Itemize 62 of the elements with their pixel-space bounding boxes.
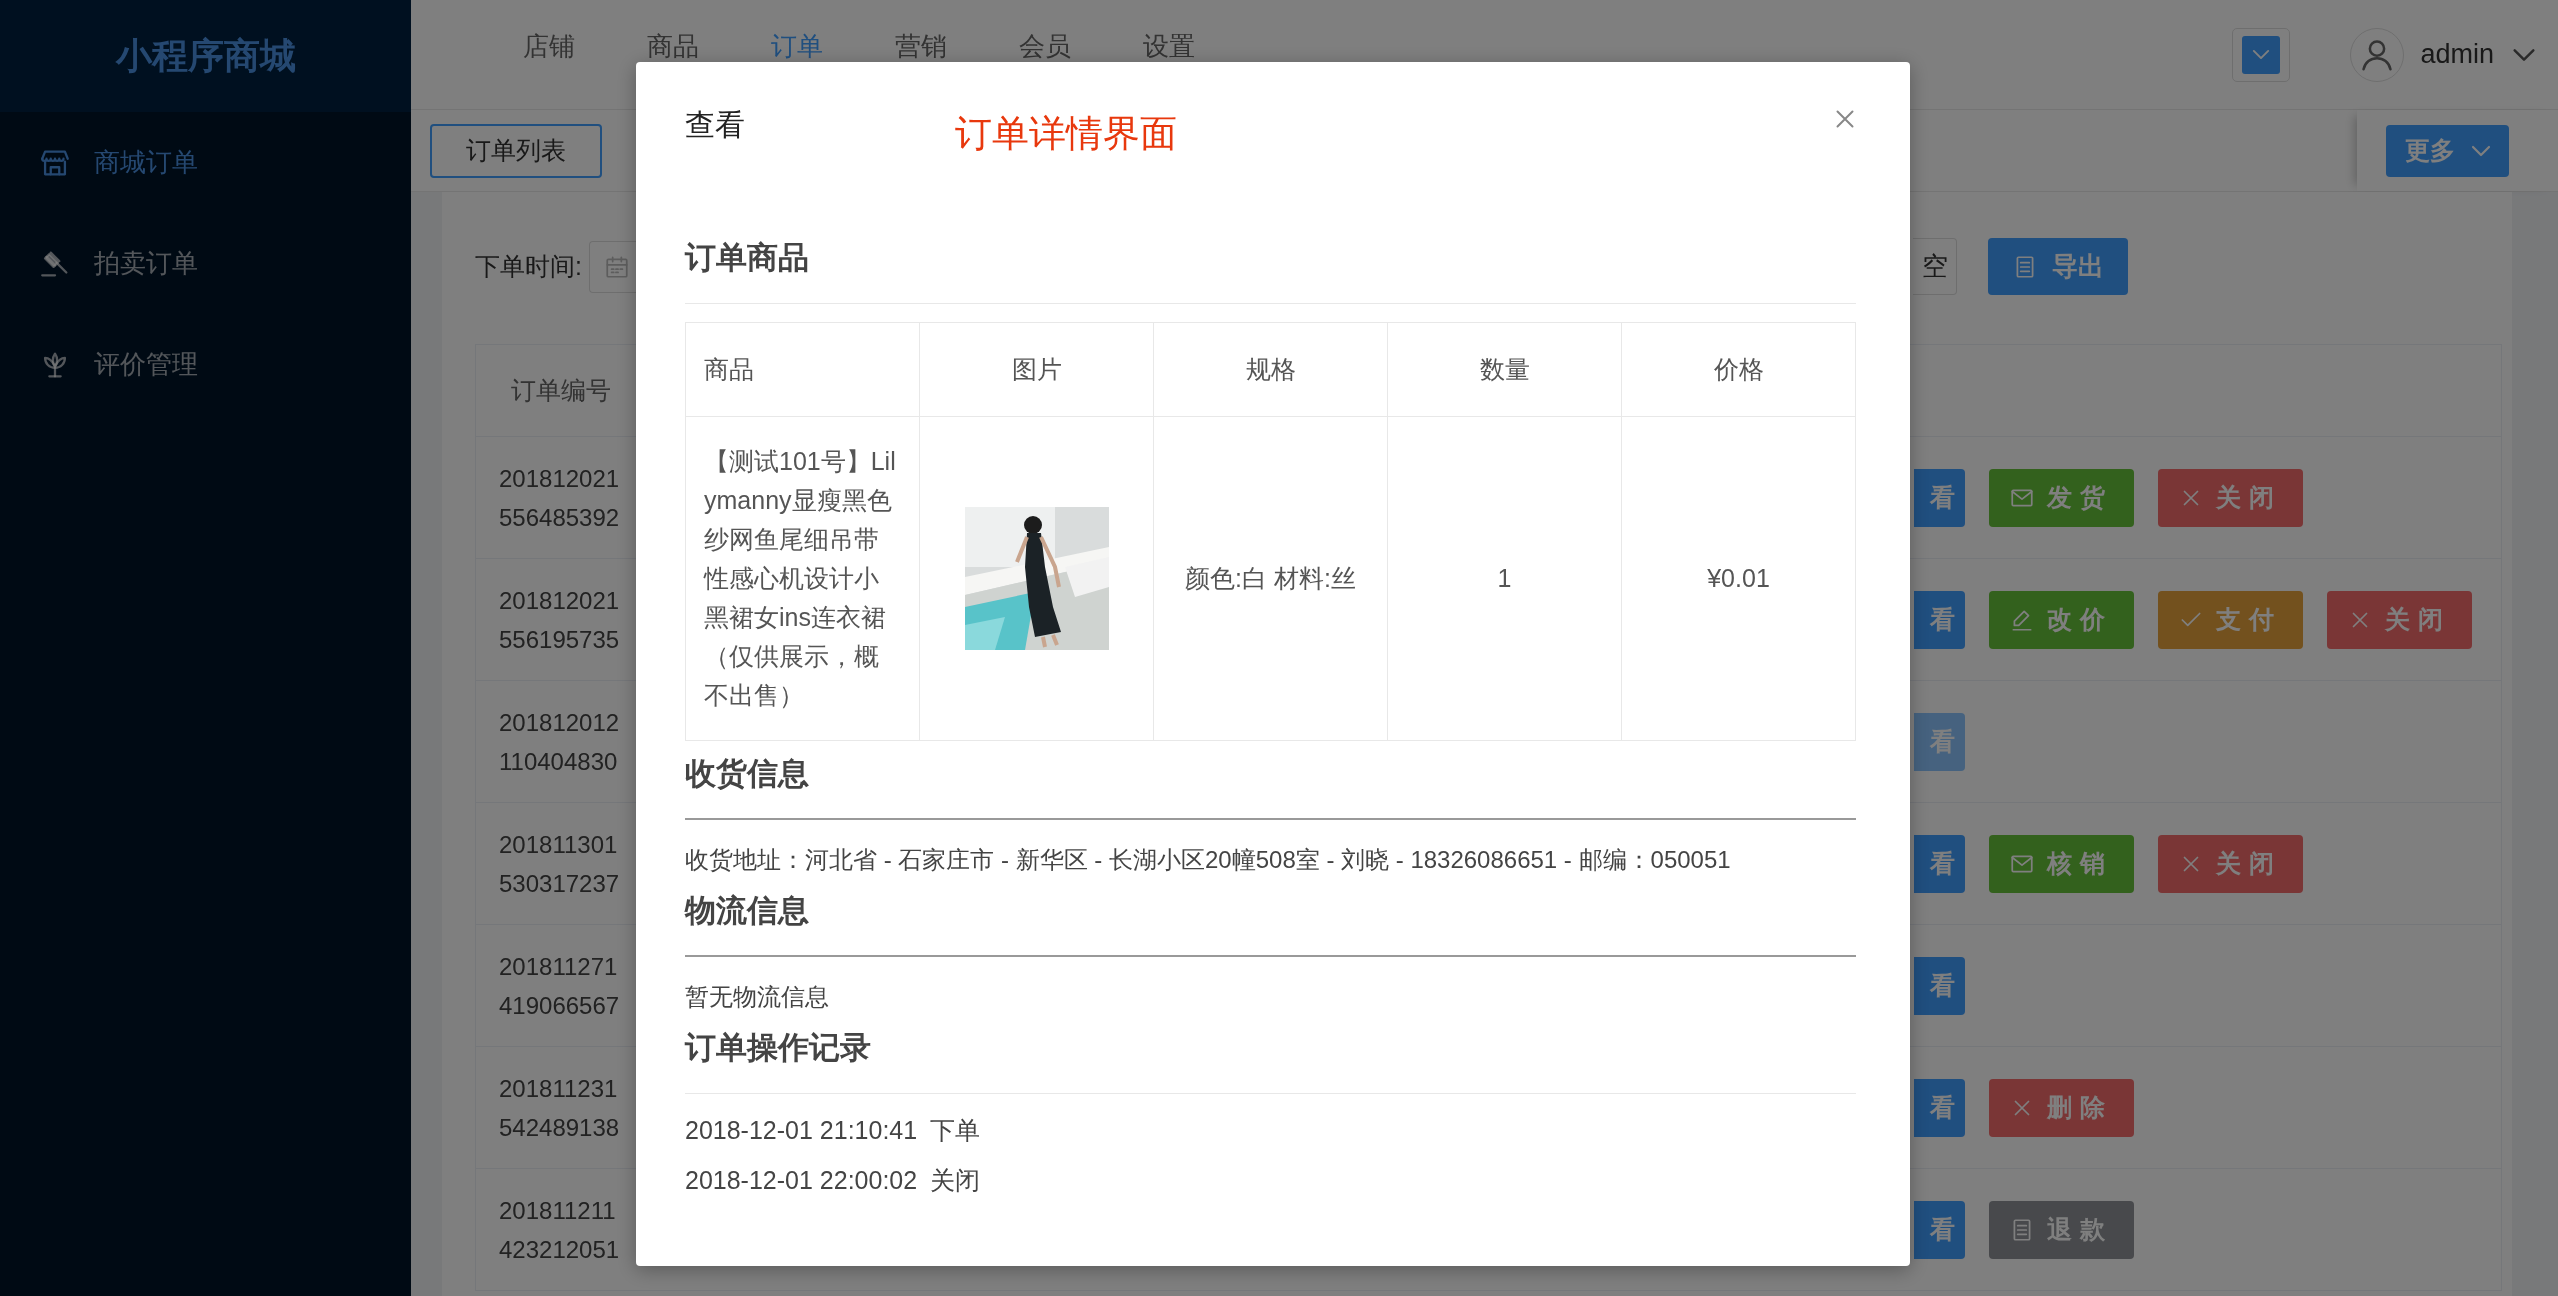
chevron-down-icon (2252, 49, 2271, 60)
nav-tab[interactable]: 营销 (895, 32, 947, 60)
user-name[interactable]: admin (2420, 39, 2494, 70)
log-entry: 2018-12-01 21:10:41 下单 (685, 1115, 981, 1146)
order-number: 201812021556485392 (498, 463, 620, 533)
pay-button[interactable]: 支付 (2157, 590, 2303, 649)
nav-tab[interactable]: 设置 (1143, 32, 1195, 60)
order-number: 201811231542489138 (498, 1073, 620, 1143)
sidebar-item[interactable]: 评价管理 (0, 314, 411, 415)
view-button[interactable]: 看 (1913, 956, 1965, 1015)
table-cell: 1 (1387, 416, 1622, 741)
order-number: 201812012110404830 (498, 707, 620, 777)
chevron-down-icon (2470, 144, 2491, 157)
nav-tab[interactable]: 商品 (647, 32, 699, 60)
more-button[interactable]: 更多 (2386, 124, 2509, 177)
section-heading: 物流信息 (685, 892, 809, 930)
column-header: 商品 (685, 322, 920, 417)
view-button[interactable]: 看 (1913, 834, 1965, 893)
column-header: 订单编号 (510, 376, 611, 404)
delete-button[interactable]: 删除 (1988, 1078, 2134, 1137)
table-cell: 【测试101号】Lilymanny显瘦黑色纱网鱼尾细吊带性感心机设计小黑裙女ins连衣裙（仅供展示，概不出售） (685, 416, 920, 741)
export-button[interactable]: 导出 (1988, 238, 2128, 295)
sidebar-item[interactable]: 拍卖订单 (0, 213, 411, 314)
section-heading: 订单商品 (685, 239, 809, 277)
sidebar-item[interactable]: 商城订单 (0, 112, 411, 213)
annotation-text: 订单详情界面 (955, 112, 1177, 156)
ship-button[interactable]: 发货 (1988, 468, 2134, 527)
view-button[interactable]: 看 (1913, 468, 1965, 527)
close-order-button[interactable]: 关闭 (2157, 834, 2303, 893)
dropdown-button[interactable] (2232, 27, 2291, 82)
table-cell: ¥0.01 (1621, 416, 1856, 741)
order-number: 201811271419066567 (498, 951, 620, 1021)
order-list-tab[interactable]: 订单列表 (430, 123, 602, 178)
column-header: 图片 (919, 322, 1154, 417)
shipping-address: 收货地址：河北省 - 石家庄市 - 新华区 - 长湖小区20幢508室 - 刘晓 - 18326086651 - 邮编：050051 (685, 845, 1732, 875)
view-button[interactable]: 看 (1913, 590, 1965, 649)
log-entry: 2018-12-01 22:00:02 关闭 (685, 1165, 981, 1196)
verify-button[interactable]: 核销 (1988, 834, 2134, 893)
column-header: 价格 (1621, 322, 1856, 417)
app-logo: 小程序商城 (115, 33, 296, 78)
clear-button[interactable]: 空 (1913, 238, 1957, 295)
chevron-down-icon (2512, 47, 2536, 62)
column-header: 数量 (1387, 322, 1622, 417)
order-number: 201811301530317237 (498, 829, 620, 899)
nav-tab[interactable]: 会员 (1019, 32, 1071, 60)
section-heading: 收货信息 (685, 755, 809, 793)
column-header: 规格 (1153, 322, 1388, 417)
order-number: 201811211423212051 (498, 1195, 620, 1265)
dialog-title: 查看 (685, 107, 745, 143)
calendar-icon (604, 253, 630, 280)
edit-price-button[interactable]: 改价 (1988, 590, 2134, 649)
order-number: 201812021556195735 (498, 585, 620, 655)
logistics-text: 暂无物流信息 (685, 982, 830, 1012)
view-button[interactable]: 看 (1913, 1078, 1965, 1137)
nav-tab[interactable]: 订单 (771, 32, 823, 60)
close-order-button[interactable]: 关闭 (2326, 590, 2472, 649)
close-order-button[interactable]: 关闭 (2157, 468, 2303, 527)
table-cell: 颜色:白 材料:丝 (1153, 416, 1388, 741)
field-label: 下单时间: (475, 251, 583, 282)
view-button[interactable]: 看 (1913, 1200, 1965, 1259)
nav-tab[interactable]: 店铺 (523, 32, 575, 60)
section-heading: 订单操作记录 (685, 1029, 871, 1067)
